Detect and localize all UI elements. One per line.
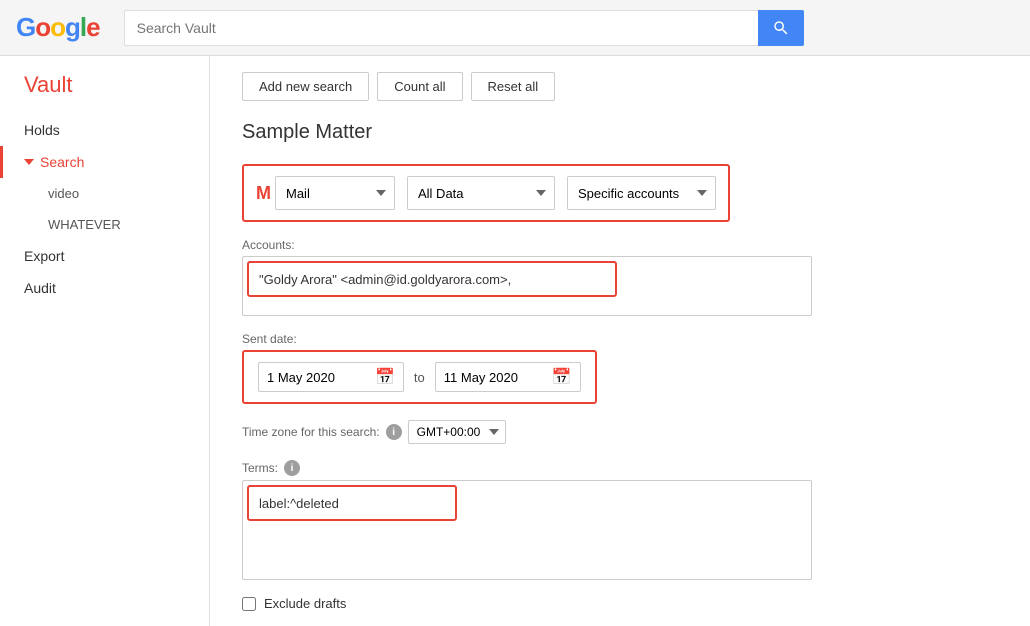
accounts-label: Accounts: [242,238,998,252]
terms-section: Terms: i [242,460,998,580]
dropdowns-row: M Mail Drive Groups All Data Held Data U… [242,164,730,222]
date-to-wrapper: 📅 [435,362,581,392]
date-to-input[interactable] [444,370,544,385]
timezone-section: Time zone for this search: i GMT+00:00 G… [242,420,998,444]
reset-all-button[interactable]: Reset all [471,72,556,101]
terms-label-row: Terms: i [242,460,998,476]
sidebar: Vault Holds Search video WHATEVER Export… [0,56,210,626]
sidebar-label-export: Export [24,248,64,264]
accounts-input[interactable] [259,272,605,287]
timezone-info-icon[interactable]: i [386,424,402,440]
logo-letter-e: e [86,12,99,43]
timezone-select[interactable]: GMT+00:00 GMT+01:00 GMT-05:00 [408,420,506,444]
terms-info-icon[interactable]: i [284,460,300,476]
date-from-input[interactable] [267,370,367,385]
chevron-down-icon [24,159,34,165]
exclude-drafts-label: Exclude drafts [264,596,346,611]
app-layout: Vault Holds Search video WHATEVER Export… [0,56,1030,626]
terms-outer-box [242,480,812,580]
sidebar-label-whatever: WHATEVER [48,217,121,232]
sidebar-item-video[interactable]: video [0,178,209,209]
mail-icon-container: M [256,183,275,204]
sidebar-label-search: Search [40,154,84,170]
service-dropdown[interactable]: Mail Drive Groups [275,176,395,210]
logo-letter-g2: g [65,12,80,43]
header-search-wrapper [124,10,804,46]
calendar-to-icon[interactable]: 📅 [552,367,572,387]
sent-date-label: Sent date: [242,332,998,346]
page-title: Sample Matter [242,121,998,144]
logo-letter-g: G [16,12,35,43]
logo-letter-o1: o [35,12,50,43]
accounts-section: Accounts: [242,238,998,316]
sidebar-item-whatever[interactable]: WHATEVER [0,209,209,240]
mail-icon: M [256,183,271,204]
timezone-label: Time zone for this search: [242,425,380,439]
sidebar-item-audit[interactable]: Audit [0,272,209,304]
sidebar-item-export[interactable]: Export [0,240,209,272]
exclude-drafts-checkbox[interactable] [242,597,256,611]
accounts-outer-box [242,256,812,316]
data-scope-dropdown[interactable]: All Data Held Data Unprocessed Data [407,176,555,210]
date-section: Sent date: 📅 to 📅 [242,332,998,404]
main-content: Add new search Count all Reset all Sampl… [210,56,1030,626]
sidebar-item-search[interactable]: Search [0,146,209,178]
sidebar-label-video: video [48,186,79,201]
date-from-wrapper: 📅 [258,362,404,392]
google-logo: Google [16,12,100,43]
add-new-search-button[interactable]: Add new search [242,72,369,101]
count-all-button[interactable]: Count all [377,72,462,101]
sidebar-label-holds: Holds [24,122,60,138]
calendar-from-icon[interactable]: 📅 [375,367,395,387]
exclude-drafts-row: Exclude drafts [242,596,998,611]
header-search-button[interactable] [758,10,804,46]
terms-label: Terms: [242,461,278,475]
search-icon [772,19,790,37]
logo-letter-o2: o [50,12,65,43]
search-scope-dropdown[interactable]: Specific accounts All accounts Organizat… [567,176,716,210]
terms-input-wrapper [247,485,457,521]
top-header: Google [0,0,1030,56]
header-search-input[interactable] [124,10,758,46]
date-row-box: 📅 to 📅 [242,350,597,404]
sidebar-label-audit: Audit [24,280,56,296]
sidebar-brand: Vault [0,64,209,114]
accounts-input-wrapper [247,261,617,297]
sidebar-item-holds[interactable]: Holds [0,114,209,146]
date-to-separator: to [414,370,425,385]
terms-input[interactable] [259,496,445,511]
toolbar: Add new search Count all Reset all [242,72,998,101]
